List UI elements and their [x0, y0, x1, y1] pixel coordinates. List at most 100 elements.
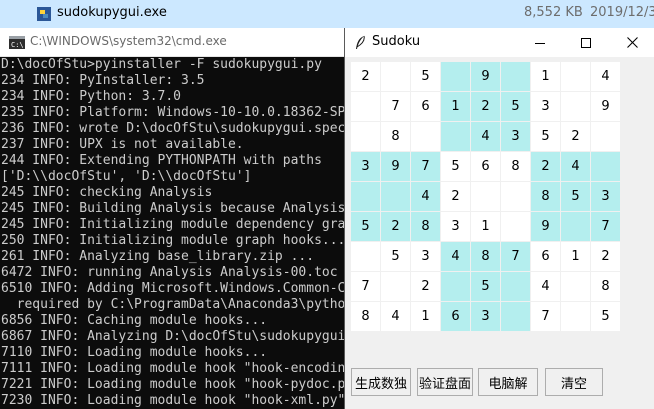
sudoku-cell[interactable]: 1	[411, 302, 440, 331]
sudoku-cell[interactable]: 4	[381, 302, 410, 331]
sudoku-cell[interactable]: 7	[351, 272, 380, 301]
sudoku-cell[interactable]: 7	[381, 92, 410, 121]
sudoku-cell[interactable]: 4	[531, 272, 560, 301]
sudoku-cell[interactable]: 2	[381, 212, 410, 241]
console-line: 6472 INFO: running Analysis Analysis-00.…	[1, 265, 338, 280]
cmd-titlebar[interactable]: C:\ C:\WINDOWS\system32\cmd.exe	[0, 28, 344, 57]
close-button[interactable]	[609, 28, 654, 57]
sudoku-cell[interactable]	[591, 122, 620, 151]
sudoku-cell[interactable]	[561, 212, 590, 241]
sudoku-cell[interactable]: 8	[501, 152, 530, 181]
sudoku-cell[interactable]: 7	[411, 152, 440, 181]
sudoku-cell[interactable]: 4	[561, 152, 590, 181]
sudoku-titlebar[interactable]: Sudoku	[345, 28, 654, 57]
sudoku-cell[interactable]: 2	[411, 272, 440, 301]
sudoku-cell[interactable]: 7	[531, 302, 560, 331]
sudoku-cell[interactable]: 8	[471, 242, 500, 271]
sudoku-cell[interactable]: 3	[351, 152, 380, 181]
sudoku-cell[interactable]: 8	[351, 302, 380, 331]
sudoku-cell[interactable]: 6	[531, 242, 560, 271]
sudoku-cell[interactable]: 3	[411, 242, 440, 271]
sudoku-cell[interactable]: 5	[471, 272, 500, 301]
cmd-window-title: C:\WINDOWS\system32\cmd.exe	[30, 34, 227, 48]
sudoku-cell[interactable]	[561, 302, 590, 331]
sudoku-cell[interactable]: 8	[531, 182, 560, 211]
sudoku-cell[interactable]: 5	[381, 242, 410, 271]
maximize-button[interactable]	[563, 28, 609, 57]
sudoku-cell[interactable]	[501, 62, 530, 91]
sudoku-cell[interactable]	[561, 62, 590, 91]
sudoku-cell[interactable]: 5	[441, 152, 470, 181]
sudoku-cell[interactable]: 8	[381, 122, 410, 151]
sudoku-cell[interactable]	[561, 272, 590, 301]
sudoku-cell[interactable]: 6	[441, 302, 470, 331]
sudoku-cell[interactable]	[501, 212, 530, 241]
minimize-button[interactable]	[517, 28, 563, 57]
sudoku-cell[interactable]: 5	[531, 122, 560, 151]
sudoku-cell[interactable]: 2	[591, 242, 620, 271]
sudoku-cell[interactable]: 3	[471, 302, 500, 331]
sudoku-cell[interactable]	[501, 302, 530, 331]
clear-button[interactable]: 清空	[545, 368, 603, 396]
sudoku-cell[interactable]	[501, 272, 530, 301]
sudoku-cell[interactable]: 2	[471, 92, 500, 121]
sudoku-cell[interactable]	[351, 92, 380, 121]
sudoku-cell[interactable]: 7	[591, 212, 620, 241]
minimize-icon	[535, 42, 545, 44]
sudoku-cell[interactable]	[441, 62, 470, 91]
sudoku-cell[interactable]: 4	[471, 122, 500, 151]
cmd-console-output[interactable]: D:\docOfStu>pyinstaller -F sudokupygui.p…	[0, 57, 344, 409]
sudoku-cell[interactable]: 3	[441, 212, 470, 241]
svg-text:C:\: C:\	[11, 41, 24, 49]
sudoku-cell[interactable]	[381, 182, 410, 211]
sudoku-cell[interactable]	[561, 92, 590, 121]
sudoku-cell[interactable]: 1	[441, 92, 470, 121]
generate-sudoku-button[interactable]: 生成数独	[351, 368, 411, 396]
explorer-file-row[interactable]: sudokupygui.exe 8,552 KB 2019/12/3	[0, 0, 654, 28]
sudoku-cell[interactable]: 4	[411, 182, 440, 211]
sudoku-cell[interactable]: 1	[561, 242, 590, 271]
sudoku-cell[interactable]	[381, 272, 410, 301]
sudoku-cell[interactable]	[411, 122, 440, 151]
sudoku-cell[interactable]: 8	[411, 212, 440, 241]
file-name: sudokupygui.exe	[57, 5, 167, 20]
sudoku-cell[interactable]	[441, 272, 470, 301]
sudoku-cell[interactable]	[441, 122, 470, 151]
sudoku-cell[interactable]: 2	[531, 152, 560, 181]
sudoku-cell[interactable]	[591, 152, 620, 181]
sudoku-cell[interactable]: 2	[561, 122, 590, 151]
sudoku-cell[interactable]	[501, 182, 530, 211]
sudoku-cell[interactable]	[351, 242, 380, 271]
sudoku-cell[interactable]: 9	[531, 212, 560, 241]
sudoku-cell[interactable]: 3	[591, 182, 620, 211]
sudoku-cell[interactable]: 5	[561, 182, 590, 211]
sudoku-cell[interactable]: 6	[471, 152, 500, 181]
sudoku-cell[interactable]	[471, 182, 500, 211]
sudoku-cell[interactable]: 1	[471, 212, 500, 241]
sudoku-cell[interactable]: 1	[531, 62, 560, 91]
sudoku-cell[interactable]: 2	[351, 62, 380, 91]
sudoku-cell[interactable]: 5	[411, 62, 440, 91]
sudoku-cell[interactable]: 6	[411, 92, 440, 121]
sudoku-cell[interactable]: 7	[501, 242, 530, 271]
sudoku-cell[interactable]: 4	[441, 242, 470, 271]
computer-solve-button[interactable]: 电脑解	[478, 368, 538, 396]
console-line: 237 INFO: UPX is not available.	[1, 137, 244, 152]
sudoku-cell[interactable]	[381, 62, 410, 91]
sudoku-cell[interactable]: 3	[501, 122, 530, 151]
sudoku-cell[interactable]: 9	[471, 62, 500, 91]
sudoku-cell[interactable]	[351, 182, 380, 211]
sudoku-cell[interactable]: 9	[381, 152, 410, 181]
sudoku-cell[interactable]: 5	[591, 302, 620, 331]
sudoku-cell[interactable]: 9	[591, 92, 620, 121]
sudoku-cell[interactable]: 5	[501, 92, 530, 121]
sudoku-cell[interactable]: 5	[351, 212, 380, 241]
verify-board-button[interactable]: 验证盘面	[417, 368, 473, 396]
console-line: 6867 INFO: Analyzing D:\docOfStu\sudokup…	[1, 329, 344, 344]
sudoku-cell[interactable]: 2	[441, 182, 470, 211]
sudoku-cell[interactable]	[351, 122, 380, 151]
sudoku-cell[interactable]: 3	[531, 92, 560, 121]
sudoku-cell[interactable]: 8	[591, 272, 620, 301]
sudoku-cell[interactable]: 4	[591, 62, 620, 91]
console-line: 6856 INFO: Caching module hooks...	[1, 313, 268, 328]
